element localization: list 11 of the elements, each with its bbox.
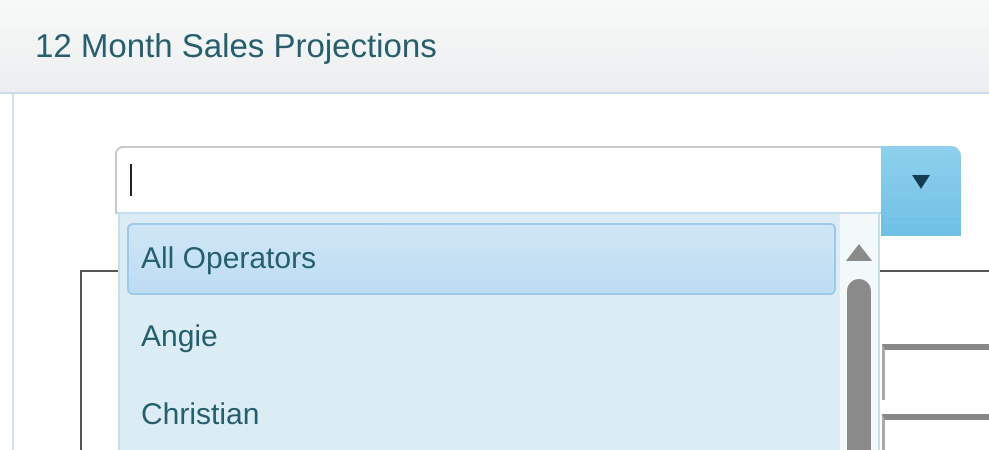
scrollbar[interactable] <box>840 214 878 450</box>
scroll-up-icon[interactable] <box>845 244 873 262</box>
text-cursor <box>130 164 132 196</box>
dropdown-button[interactable] <box>881 146 961 236</box>
dropdown-option[interactable]: All Operators <box>127 223 836 295</box>
caret-icon <box>912 175 930 189</box>
window-title: 12 Month Sales Projections <box>35 27 437 65</box>
dropdown-option[interactable]: Angie <box>127 301 836 373</box>
dropdown-option[interactable]: Christian <box>127 379 836 450</box>
operator-field[interactable] <box>115 146 881 214</box>
scroll-thumb[interactable] <box>847 279 871 450</box>
